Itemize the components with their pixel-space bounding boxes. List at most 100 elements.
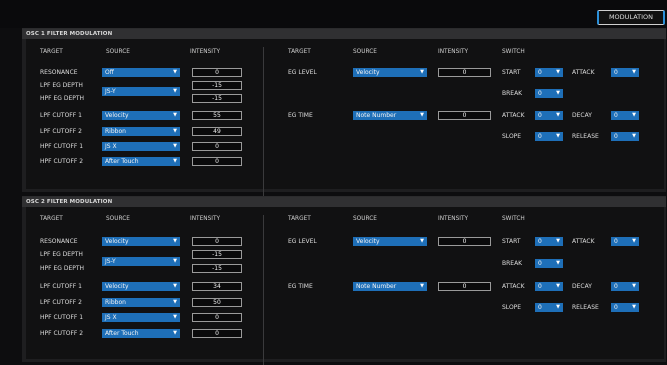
chevron-down-icon: ▼ [420,238,424,244]
decay-switch-select[interactable]: 0 ▼ [611,282,639,291]
column-header-source-2: SOURCE [353,49,377,55]
panel-title: OSC 2 FILTER MODULATION [22,197,666,207]
column-header-target: TARGET [40,216,63,222]
target-lpf-cutoff-2: LPF CUTOFF 2 [40,299,82,306]
hpf-eg-depth-intensity-field[interactable]: -15 [192,94,242,103]
break-switch-select[interactable]: 0 ▼ [535,89,563,98]
switch-decay-label: DECAY [572,112,592,119]
slope-switch-select[interactable]: 0 ▼ [535,132,563,141]
decay-switch-select[interactable]: 0 ▼ [611,111,639,120]
switch-slope-label: SLOPE [502,304,522,311]
start-switch-select[interactable]: 0 ▼ [535,68,563,77]
chevron-down-icon: ▼ [632,112,636,118]
slope-switch-select[interactable]: 0 ▼ [535,303,563,312]
osc1-filter-modulation-panel: OSC 1 FILTER MODULATION TARGET SOURCE IN… [22,28,666,197]
chevron-down-icon: ▼ [632,283,636,289]
target-eg-level: EG LEVEL [288,238,317,245]
lpf-eg-depth-intensity-field[interactable]: -15 [192,81,242,90]
column-header-intensity: INTENSITY [190,49,221,55]
eg-level-source-select[interactable]: Velocity ▼ [353,68,427,77]
lpf-cutoff-1-intensity-field[interactable]: 34 [192,282,242,291]
column-divider [263,215,264,365]
chevron-down-icon: ▼ [173,283,177,289]
column-divider [263,47,264,197]
lpf-cutoff-2-intensity-field[interactable]: 50 [192,298,242,307]
lpf-eg-depth-intensity-field[interactable]: -15 [192,250,242,259]
resonance-intensity-field[interactable]: 0 [192,68,242,77]
eg-level-intensity-field[interactable]: 0 [438,237,491,246]
chevron-down-icon: ▼ [420,69,424,75]
chevron-down-icon: ▼ [173,69,177,75]
lpf-cutoff-2-source-select[interactable]: Ribbon ▼ [102,298,180,307]
chevron-down-icon: ▼ [556,304,560,310]
hpf-eg-depth-intensity-field[interactable]: -15 [192,264,242,273]
eg-depth-source-select[interactable]: JS-Y ▼ [102,87,180,96]
attack-2-switch-select[interactable]: 0 ▼ [535,111,563,120]
lpf-cutoff-2-intensity-field[interactable]: 49 [192,127,242,136]
target-lpf-eg-depth: LPF EG DEPTH [40,251,83,258]
switch-decay-label: DECAY [572,283,592,290]
start-switch-select[interactable]: 0 ▼ [535,237,563,246]
column-header-target: TARGET [40,49,63,55]
eg-level-intensity-field[interactable]: 0 [438,68,491,77]
hpf-cutoff-1-intensity-field[interactable]: 0 [192,142,242,151]
target-lpf-cutoff-1: LPF CUTOFF 1 [40,112,82,119]
column-header-intensity: INTENSITY [190,216,221,222]
chevron-down-icon: ▼ [556,133,560,139]
target-lpf-eg-depth: LPF EG DEPTH [40,82,83,89]
column-header-source: SOURCE [106,216,130,222]
chevron-down-icon: ▼ [556,90,560,96]
chevron-down-icon: ▼ [556,283,560,289]
release-switch-select[interactable]: 0 ▼ [611,132,639,141]
resonance-intensity-field[interactable]: 0 [192,237,242,246]
lpf-cutoff-1-intensity-field[interactable]: 55 [192,111,242,120]
chevron-down-icon: ▼ [173,238,177,244]
switch-start-label: START [502,69,521,76]
target-lpf-cutoff-2: LPF CUTOFF 2 [40,128,82,135]
chevron-down-icon: ▼ [173,128,177,134]
hpf-cutoff-1-source-select[interactable]: JS X ▼ [102,313,180,322]
chevron-down-icon: ▼ [173,88,177,94]
chevron-down-icon: ▼ [420,112,424,118]
eg-level-source-select[interactable]: Velocity ▼ [353,237,427,246]
attack-2-switch-select[interactable]: 0 ▼ [535,282,563,291]
eg-time-intensity-field[interactable]: 0 [438,282,491,291]
eg-depth-source-select[interactable]: JS-Y ▼ [102,257,180,266]
target-hpf-eg-depth: HPF EG DEPTH [40,95,85,102]
hpf-cutoff-1-intensity-field[interactable]: 0 [192,313,242,322]
panel-title: OSC 1 FILTER MODULATION [22,29,666,39]
eg-time-intensity-field[interactable]: 0 [438,111,491,120]
switch-start-label: START [502,238,521,245]
hpf-cutoff-2-intensity-field[interactable]: 0 [192,329,242,338]
break-switch-select[interactable]: 0 ▼ [535,259,563,268]
hpf-cutoff-2-source-select[interactable]: After Touch ▼ [102,157,180,166]
eg-time-source-select[interactable]: Note Number ▼ [353,282,427,291]
hpf-cutoff-1-source-select[interactable]: JS X ▼ [102,142,180,151]
switch-attack-2-label: ATTACK [502,112,525,119]
chevron-down-icon: ▼ [556,69,560,75]
attack-switch-select[interactable]: 0 ▼ [611,237,639,246]
switch-attack-label: ATTACK [572,69,595,76]
hpf-cutoff-2-source-select[interactable]: After Touch ▼ [102,329,180,338]
osc2-filter-modulation-panel: OSC 2 FILTER MODULATION TARGET SOURCE IN… [22,196,666,365]
top-bar: MODULATION [0,0,667,28]
lpf-cutoff-2-source-select[interactable]: Ribbon ▼ [102,127,180,136]
resonance-source-select[interactable]: Off ▼ [102,68,180,77]
resonance-source-select[interactable]: Velocity ▼ [102,237,180,246]
target-eg-level: EG LEVEL [288,69,317,76]
modulation-button[interactable]: MODULATION [597,10,665,25]
lpf-cutoff-1-source-select[interactable]: Velocity ▼ [102,111,180,120]
switch-attack-2-label: ATTACK [502,283,525,290]
hpf-cutoff-2-intensity-field[interactable]: 0 [192,157,242,166]
column-header-source: SOURCE [106,49,130,55]
release-switch-select[interactable]: 0 ▼ [611,303,639,312]
target-hpf-cutoff-1: HPF CUTOFF 1 [40,143,84,150]
column-header-target-2: TARGET [288,216,311,222]
attack-switch-select[interactable]: 0 ▼ [611,68,639,77]
chevron-down-icon: ▼ [556,112,560,118]
lpf-cutoff-1-source-select[interactable]: Velocity ▼ [102,282,180,291]
target-resonance: RESONANCE [40,238,78,245]
target-hpf-cutoff-2: HPF CUTOFF 2 [40,330,84,337]
eg-time-source-select[interactable]: Note Number ▼ [353,111,427,120]
switch-slope-label: SLOPE [502,133,522,140]
